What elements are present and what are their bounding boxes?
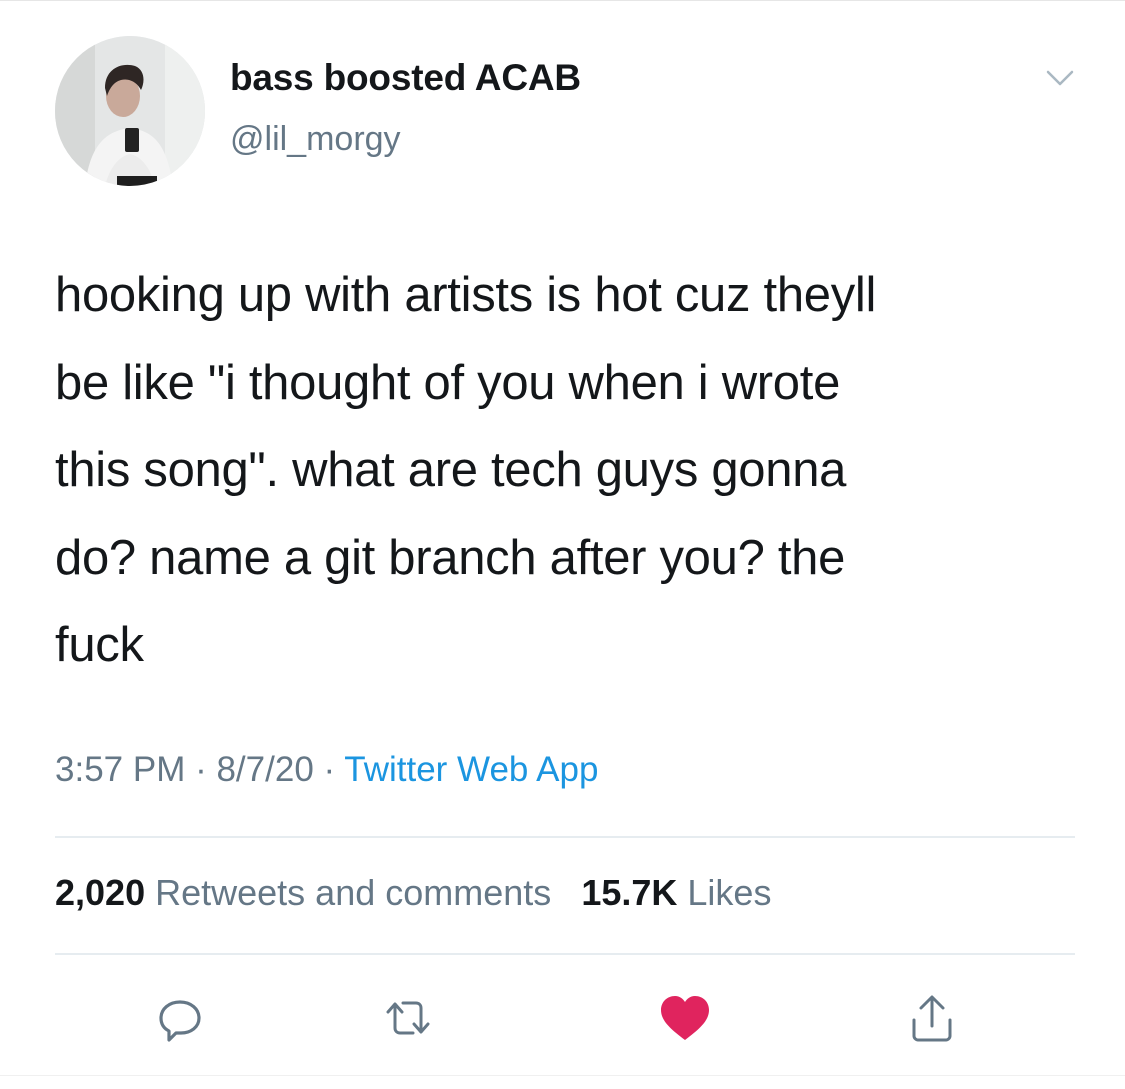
retweets-stat[interactable]: 2,020 Retweets and comments <box>55 872 551 913</box>
likes-stat[interactable]: 15.7K Likes <box>581 872 771 913</box>
retweets-count: 2,020 <box>55 872 146 913</box>
divider <box>55 836 1075 838</box>
meta-separator: · <box>185 750 217 789</box>
tweet-stats: 2,020 Retweets and comments 15.7K Likes <box>55 872 771 914</box>
avatar-photo <box>55 36 205 186</box>
tweet-text: hooking up with artists is hot cuz theyl… <box>55 268 877 672</box>
author-handle[interactable]: @lil_morgy <box>230 120 401 159</box>
reply-icon[interactable] <box>150 988 210 1048</box>
chevron-down-icon[interactable] <box>1040 62 1080 92</box>
divider <box>55 953 1075 955</box>
author-display-name[interactable]: bass boosted ACAB <box>230 57 581 99</box>
likes-count: 15.7K <box>581 872 678 913</box>
top-border <box>0 0 1125 1</box>
tweet-source-link[interactable]: Twitter Web App <box>344 750 598 789</box>
retweet-icon[interactable] <box>378 988 438 1048</box>
tweet-meta: 3:57 PM · 8/7/20 · Twitter Web App <box>55 750 598 790</box>
heart-icon[interactable] <box>655 988 715 1048</box>
meta-separator: · <box>313 750 345 789</box>
tweet-time[interactable]: 3:57 PM <box>55 750 185 789</box>
tweet-date[interactable]: 8/7/20 <box>216 750 313 789</box>
retweets-label: Retweets and comments <box>155 872 552 913</box>
bottom-border <box>0 1075 1125 1076</box>
avatar[interactable] <box>55 36 205 186</box>
likes-label: Likes <box>687 872 772 913</box>
share-icon[interactable] <box>902 988 962 1048</box>
